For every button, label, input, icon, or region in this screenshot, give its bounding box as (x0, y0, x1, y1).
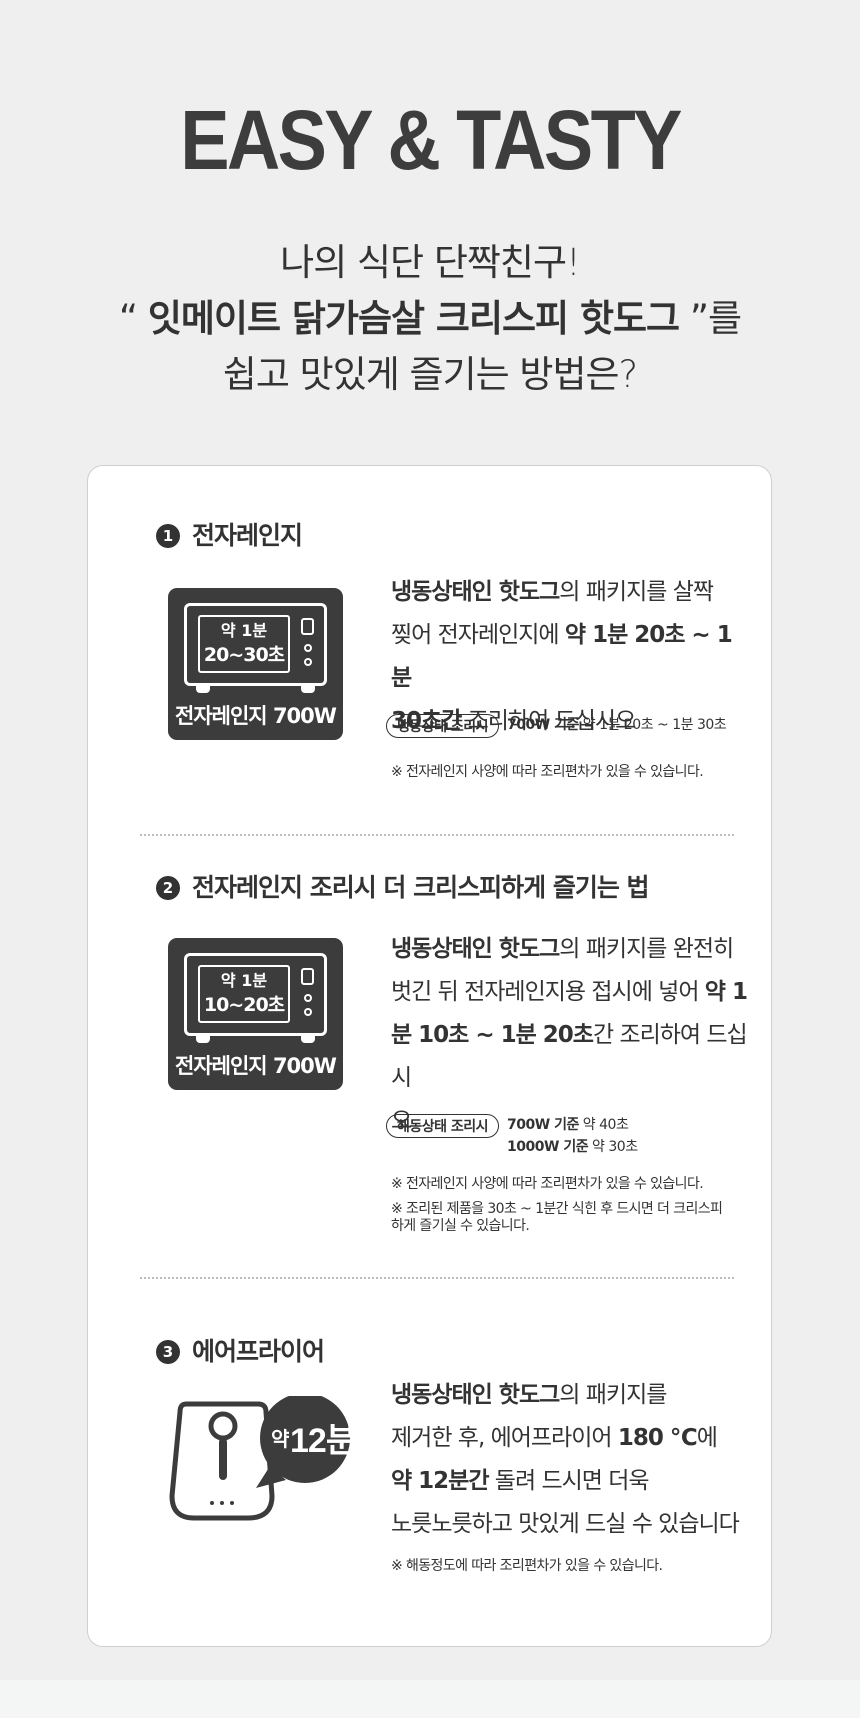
section-1-heading: 1 전자레인지 (156, 516, 303, 552)
product-name: 잇메이트 닭가슴살 크리스피 핫도그 (147, 297, 680, 340)
frozen-cooking-pill: 냉동상태 조리시 (386, 714, 500, 738)
divider (140, 1277, 734, 1279)
air-fryer-icon: 약 12분 (169, 1396, 353, 1521)
microwave-power-label: 전자레인지 700W (175, 1054, 337, 1078)
divider (140, 834, 734, 836)
section-2-title: 전자레인지 조리시 더 크리스피하게 즐기는 법 (192, 873, 650, 902)
microwave-icon: 약 1분 10~20초 전자레인지 700W (168, 938, 343, 1090)
section-1-title: 전자레인지 (192, 521, 303, 550)
section-3-title: 에어프라이어 (192, 1337, 325, 1366)
step-number-1: 1 (156, 524, 180, 548)
section-2-cooking-tag: 해동상태 조리시 700W 기준 약 40초 1000W 기준 약 30초 (386, 1114, 638, 1158)
section-2-description: 냉동상태인 핫도그의 패키지를 완전히 벗긴 뒤 전자레인지용 접시에 넣어 약… (391, 936, 748, 1134)
section-2-heading: 2 전자레인지 조리시 더 크리스피하게 즐기는 법 (156, 868, 650, 904)
microwave-time-display: 약 1분 10~20초 (198, 965, 290, 1023)
microwave-icon: 약 1분 20~30초 전자레인지 700W (168, 588, 343, 740)
step-number-3: 3 (156, 1340, 180, 1364)
hero-title: EASY & TASTY (180, 93, 682, 187)
microwave-power-label: 전자레인지 700W (175, 704, 337, 728)
step-number-2: 2 (156, 876, 180, 900)
section-2-note-3: 하게 즐기실 수 있습니다. (391, 1218, 530, 1234)
section-2-note-2: ※ 조리된 제품을 30초 ~ 1분간 식힌 후 드시면 더 크리스피 (391, 1201, 723, 1217)
fryer-time-badge: 12분 (290, 1422, 353, 1460)
section-1-cooking-tag: 냉동상태 조리시 700W 기준 약 1분 20초 ~ 1분 30초 (386, 714, 727, 738)
section-3-heading: 3 에어프라이어 (156, 1332, 325, 1368)
intro-line-3: 쉽고 맛있게 즐기는 방법은? (222, 353, 638, 396)
fryer-badge-prefix: 약 (271, 1428, 290, 1451)
microwave-time-display: 약 1분 20~30초 (198, 615, 290, 673)
section-2-note-1: ※ 전자레인지 사양에 따라 조리편차가 있을 수 있습니다. (391, 1176, 704, 1192)
section-3-description: 냉동상태인 핫도그의 패키지를 제거한 후, 에어프라이어 180 ℃에 약 1… (391, 1382, 740, 1537)
section-1-note: ※ 전자레인지 사양에 따라 조리편차가 있을 수 있습니다. (391, 764, 704, 780)
intro-line-1: 나의 식단 단짝친구! (280, 241, 581, 284)
thawed-cooking-pill: 해동상태 조리시 (386, 1114, 500, 1138)
bottom-strip (0, 1680, 860, 1718)
intro-line-2: “ 잇메이트 닭가슴살 크리스피 핫도그 ”를 (118, 297, 742, 340)
instructions-card: 1 전자레인지 약 1분 20~30초 전자레인지 700W 냉동상태인 핫도그… (87, 465, 772, 1647)
section-3-note: ※ 해동정도에 따라 조리편차가 있을 수 있습니다. (391, 1558, 663, 1574)
